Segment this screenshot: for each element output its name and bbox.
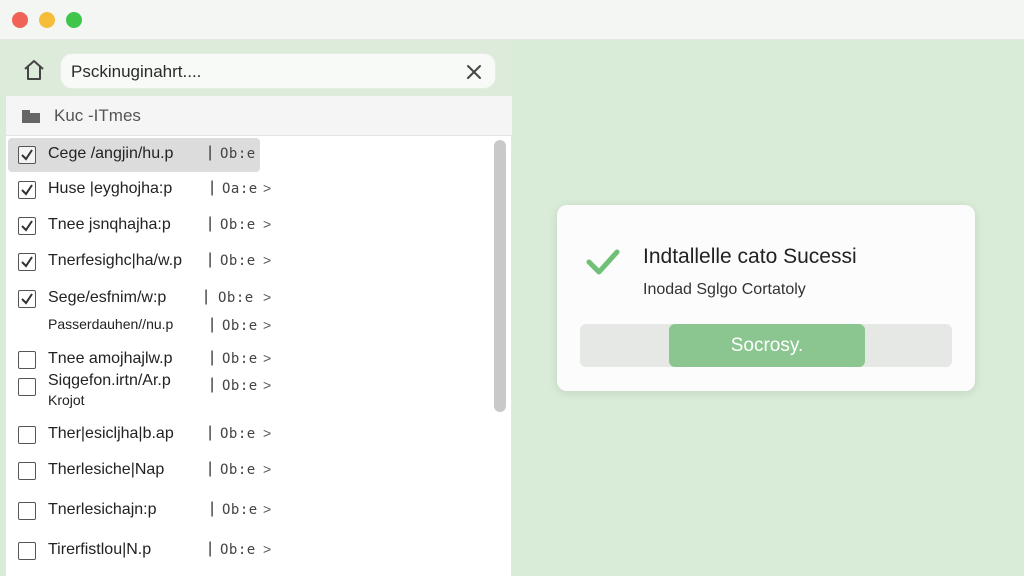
chevron-right-icon: > [263, 377, 272, 393]
list-item[interactable]: Cege /angjin/hu.p | Ob:e [8, 138, 260, 172]
chevron-right-icon: > [263, 317, 272, 333]
item-name: Passerdauhen//nu.p [48, 316, 174, 332]
dialog-title: Indtallelle cato Sucessi [643, 245, 857, 268]
item-separator: | [210, 376, 215, 393]
item-meta: Ob:e [222, 318, 258, 334]
chevron-right-icon: > [263, 501, 272, 517]
item-meta: Ob:e [220, 462, 256, 478]
item-meta: Ob:e [220, 542, 256, 558]
checkmark-icon [586, 249, 620, 275]
item-separator: | [208, 215, 213, 232]
item-separator: | [208, 540, 213, 557]
item-name: Tnerfesighc|ha/w.p [48, 252, 183, 269]
chevron-right-icon: > [263, 289, 272, 305]
item-name: Cege /angjin/hu.p [48, 145, 174, 162]
list-item[interactable]: Tirerfistlou|N.p | Ob:e > [8, 534, 271, 568]
close-window-button[interactable] [12, 12, 28, 28]
item-meta: Oa:e [222, 181, 258, 197]
panel-header: Kuc -ITmes [6, 96, 512, 136]
list-item[interactable]: Therlesiche|Nap | Ob:e > [8, 454, 271, 488]
item-meta: Ob:e [220, 146, 256, 162]
check-icon [21, 293, 33, 305]
item-meta: Ob:e [222, 351, 258, 367]
minimize-window-button[interactable] [39, 12, 55, 28]
item-name: Tnerlesichajn:p [48, 501, 157, 518]
home-icon [24, 60, 44, 80]
chevron-right-icon: > [263, 216, 272, 232]
window-titlebar [0, 0, 1024, 40]
clear-search-button[interactable] [463, 61, 485, 83]
item-checkbox[interactable] [18, 502, 36, 520]
item-meta: Ob:e [222, 502, 258, 518]
folder-icon [22, 110, 40, 123]
item-meta: Ob:e [218, 290, 254, 306]
home-button[interactable] [20, 56, 48, 84]
success-dialog: Indtallelle cato Sucessi Inodad Sglgo Co… [557, 205, 975, 391]
chevron-right-icon: > [263, 350, 272, 366]
check-icon [21, 220, 33, 232]
item-list: Cege /angjin/hu.p | Ob:e Huse |eyghojha:p | O… [6, 136, 490, 576]
item-separator: | [210, 179, 215, 196]
item-meta: Ob:e [220, 217, 256, 233]
search-box [60, 53, 496, 89]
chevron-right-icon: > [263, 425, 272, 441]
chevron-right-icon: > [263, 461, 272, 477]
item-separator: | [210, 349, 215, 366]
check-icon [21, 149, 33, 161]
item-name: Ther|esicljha|b.ap [48, 425, 174, 442]
item-name: Therlesiche|Nap [48, 461, 165, 478]
list-item[interactable]: Sege/esfnim/w:p | Ob:e > [8, 282, 271, 316]
chevron-right-icon: > [263, 252, 272, 268]
item-separator: | [208, 144, 213, 161]
list-item[interactable]: Tnerlesichajn:p | Ob:e > [8, 494, 271, 528]
item-checkbox[interactable] [18, 146, 36, 164]
zoom-window-button[interactable] [66, 12, 82, 28]
item-checkbox[interactable] [18, 217, 36, 235]
item-separator: | [210, 316, 215, 333]
item-checkbox[interactable] [18, 462, 36, 480]
item-checkbox[interactable] [18, 426, 36, 444]
item-separator: | [208, 424, 213, 441]
list-item[interactable]: Tnee jsnqhajha:p | Ob:e > [8, 209, 271, 243]
item-name: Siqgefon.irtn/Ar.p [48, 372, 171, 389]
list-item[interactable]: Siqgefon.irtn/Ar.p Krojot | Ob:e > [8, 370, 271, 408]
item-separator: | [208, 460, 213, 477]
list-item[interactable]: Ther|esicljha|b.ap | Ob:e > [8, 418, 271, 452]
chevron-right-icon: > [263, 180, 272, 196]
check-icon [21, 184, 33, 196]
check-icon [21, 256, 33, 268]
dialog-subtitle: Inodad Sglgo Cortatoly [643, 281, 806, 298]
item-checkbox[interactable] [18, 542, 36, 560]
close-icon [467, 65, 481, 79]
toolbar [0, 40, 512, 96]
item-checkbox[interactable] [18, 378, 36, 396]
item-separator: | [208, 251, 213, 268]
item-meta: Ob:e [220, 426, 256, 442]
item-separator: | [204, 288, 209, 305]
item-name: Tirerfistlou|N.p [48, 541, 152, 558]
list-item[interactable]: Huse |eyghojha:p | Oa:e > [8, 173, 271, 207]
item-meta: Ob:e [222, 378, 258, 394]
chevron-right-icon: > [263, 541, 272, 557]
success-button[interactable]: Socrosy. [669, 324, 865, 367]
item-meta: Ob:e [220, 253, 256, 269]
item-name: Tnee amojhajlw.p [48, 350, 173, 367]
search-input[interactable] [71, 60, 451, 84]
item-checkbox[interactable] [18, 290, 36, 308]
item-checkbox[interactable] [18, 351, 36, 369]
item-name: Huse |eyghojha:p [48, 180, 173, 197]
list-item[interactable]: Tnerfesighc|ha/w.p | Ob:e > [8, 245, 271, 279]
item-name-secondary: Krojot [48, 392, 85, 408]
item-name: Tnee jsnqhajha:p [48, 216, 171, 233]
scrollbar-thumb[interactable] [494, 140, 506, 412]
item-checkbox[interactable] [18, 253, 36, 271]
item-checkbox[interactable] [18, 181, 36, 199]
item-separator: | [210, 500, 215, 517]
file-list-panel: Kuc -ITmes Cege /angjin/hu.p | Ob:e Huse |e… [6, 96, 512, 576]
item-name: Sege/esfnim/w:p [48, 289, 167, 306]
panel-title: Kuc -ITmes [54, 106, 141, 125]
